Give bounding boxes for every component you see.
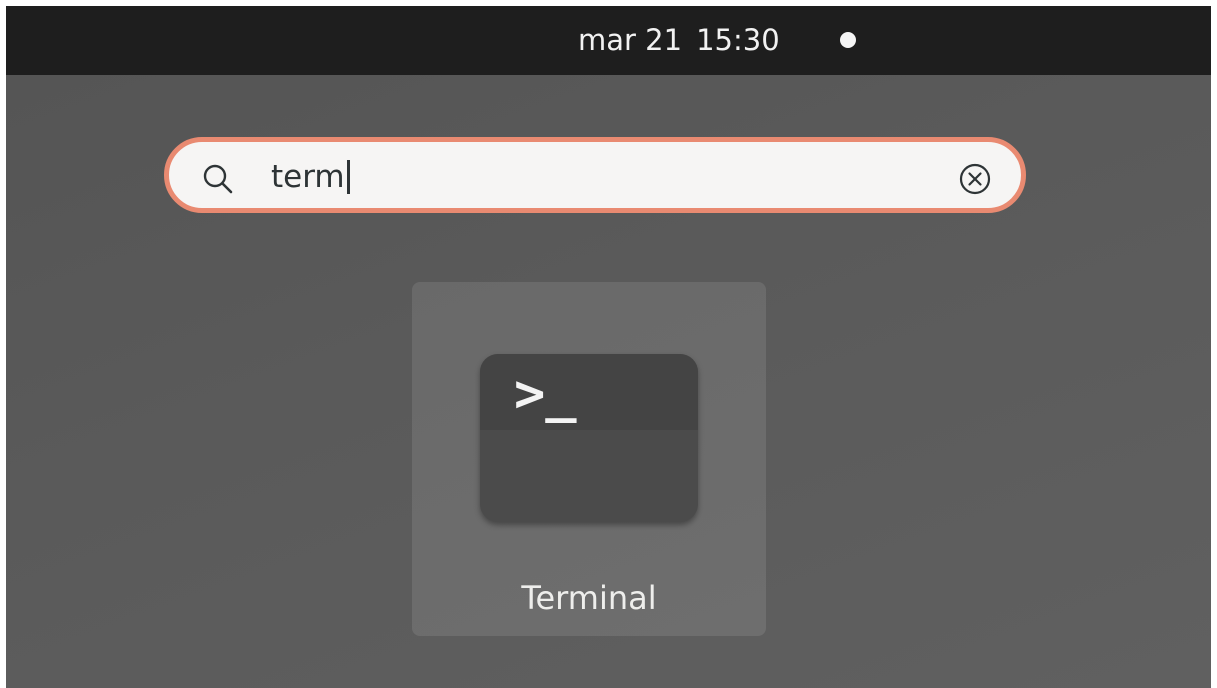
search-field-content[interactable]: term [271, 157, 350, 197]
clock-button[interactable]: mar 21 15:30 [578, 22, 780, 58]
search-query-text: term [271, 159, 345, 195]
search-input[interactable]: term [164, 137, 1026, 213]
circle-dot-icon [840, 32, 856, 48]
activities-overview: mar 21 15:30 term >_ Terminal [6, 6, 1211, 688]
clear-icon[interactable] [957, 161, 993, 197]
clock-date: mar 21 [578, 23, 683, 57]
terminal-prompt-glyph: >_ [514, 364, 577, 424]
text-caret [346, 160, 350, 194]
app-result-terminal[interactable]: >_ Terminal [412, 282, 766, 636]
search-icon [203, 164, 233, 194]
terminal-icon: >_ [480, 354, 698, 522]
terminal-icon-header [480, 354, 698, 430]
top-bar: mar 21 15:30 [6, 6, 1211, 75]
app-result-label: Terminal [521, 579, 657, 617]
clock-time: 15:30 [696, 23, 780, 57]
